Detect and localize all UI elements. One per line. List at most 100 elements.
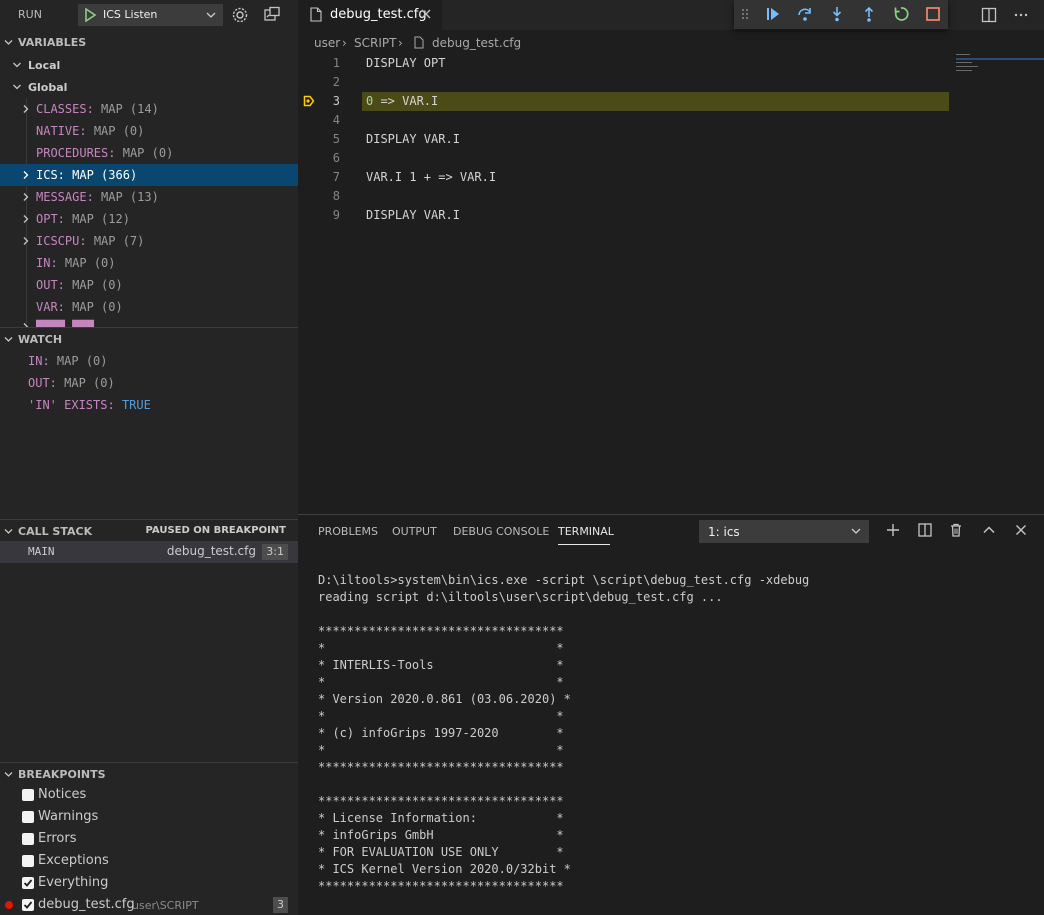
watch-row[interactable]: OUT: MAP (0)	[0, 372, 298, 394]
terminal-select[interactable]: 1: ics	[699, 520, 869, 543]
terminal-line: * *	[318, 709, 564, 723]
close-icon[interactable]	[1013, 522, 1029, 538]
variable-value: MAP (0)	[64, 256, 116, 270]
tab-terminal[interactable]: TERMINAL	[558, 525, 614, 538]
watch-value: MAP (0)	[56, 354, 108, 368]
close-icon[interactable]	[420, 8, 432, 20]
breakpoint-current-arrow-icon[interactable]	[303, 95, 315, 107]
watch-row[interactable]: IN: MAP (0)	[0, 350, 298, 372]
breakpoint-line-badge: 3	[273, 897, 288, 913]
gear-icon[interactable]	[231, 6, 249, 24]
breadcrumb-item[interactable]: debug_test.cfg	[432, 36, 521, 50]
tab-debug-console[interactable]: DEBUG CONSOLE	[453, 525, 549, 538]
code-text: VAR.I 1 + => VAR.I	[366, 170, 497, 184]
start-debugging-icon[interactable]	[83, 8, 97, 22]
terminal-select-value: 1: ics	[708, 525, 740, 539]
variable-row-clipped[interactable]: ████ ███	[0, 318, 298, 327]
split-terminal-icon[interactable]	[917, 522, 933, 538]
step-over-icon[interactable]	[796, 5, 814, 23]
tab-debug-test-cfg[interactable]: debug_test.cfg	[298, 0, 442, 30]
code-line[interactable]: 1 DISPLAY OPT	[298, 54, 1044, 73]
breakpoint-label: Errors	[38, 831, 77, 846]
code-line-current[interactable]: 3 0 => VAR.I	[298, 92, 1044, 111]
variable-row-selected[interactable]: ICS: MAP (366)	[0, 164, 298, 186]
code-line[interactable]: 9 DISPLAY VAR.I	[298, 206, 1044, 225]
scope-global[interactable]: Global	[0, 76, 298, 98]
file-breakpoint[interactable]: debug_test.cfg user\SCRIPT 3	[0, 894, 298, 915]
launch-config-select[interactable]: ICS Listen	[78, 4, 223, 26]
variable-row[interactable]: ICSCPU: MAP (7)	[0, 230, 298, 252]
terminal-line: * License Information: *	[318, 811, 564, 825]
continue-icon[interactable]	[764, 5, 782, 23]
code-line[interactable]: 7 VAR.I 1 + => VAR.I	[298, 168, 1044, 187]
scope-local[interactable]: Local	[0, 54, 298, 76]
code-line[interactable]: 6	[298, 149, 1044, 168]
launch-config-name: ICS Listen	[103, 8, 158, 21]
variable-row[interactable]: NATIVE: MAP (0)	[0, 120, 298, 142]
watch-row[interactable]: 'IN' EXISTS: TRUE	[0, 394, 298, 416]
breakpoints-section-header[interactable]: BREAKPOINTS	[0, 762, 298, 785]
more-actions-icon[interactable]	[1012, 6, 1030, 24]
step-into-icon[interactable]	[828, 5, 846, 23]
stop-icon[interactable]	[924, 5, 942, 23]
exception-breakpoint-exceptions[interactable]: Exceptions	[0, 850, 298, 872]
stack-frame-file: debug_test.cfg	[166, 544, 256, 558]
step-out-icon[interactable]	[860, 5, 878, 23]
terminal-line: * *	[318, 641, 564, 655]
variable-value: MAP (366)	[72, 168, 138, 182]
checkbox-checked[interactable]	[22, 899, 34, 911]
checkbox[interactable]	[22, 789, 34, 801]
minimap[interactable]	[956, 54, 1044, 94]
checkbox[interactable]	[22, 811, 34, 823]
exception-breakpoint-notices[interactable]: Notices	[0, 784, 298, 806]
checkmark-icon	[23, 901, 33, 909]
line-number: 8	[332, 189, 340, 203]
code-line[interactable]: 5 DISPLAY VAR.I	[298, 130, 1044, 149]
chevron-up-icon[interactable]	[981, 522, 997, 538]
checkbox-checked[interactable]	[22, 877, 34, 889]
split-editor-icon[interactable]	[980, 6, 998, 24]
exception-breakpoint-warnings[interactable]: Warnings	[0, 806, 298, 828]
variable-row[interactable]: CLASSES: MAP (14)	[0, 98, 298, 120]
variable-row[interactable]: VAR: MAP (0)	[0, 296, 298, 318]
variable-row[interactable]: PROCEDURES: MAP (0)	[0, 142, 298, 164]
code-line[interactable]: 4	[298, 111, 1044, 130]
watch-section-header[interactable]: WATCH	[0, 327, 298, 350]
debug-sidebar: RUN ICS Listen VARIABLES Local Global CL…	[0, 0, 298, 915]
plus-icon[interactable]	[885, 522, 901, 538]
breakpoint-path: user\SCRIPT	[132, 899, 199, 912]
restart-icon[interactable]	[892, 5, 910, 23]
variable-value: MAP (12)	[72, 212, 130, 226]
drag-handle-icon[interactable]	[740, 5, 750, 23]
variable-row[interactable]: OUT: MAP (0)	[0, 274, 298, 296]
stack-frame[interactable]: MAIN debug_test.cfg 3:1	[0, 541, 298, 563]
checkbox[interactable]	[22, 833, 34, 845]
watch-title: WATCH	[18, 333, 63, 346]
debug-console-icon[interactable]	[263, 6, 281, 24]
code-line[interactable]: 8	[298, 187, 1044, 206]
checkbox[interactable]	[22, 855, 34, 867]
variables-section-header[interactable]: VARIABLES	[0, 32, 298, 54]
code-text: DISPLAY OPT	[366, 56, 446, 70]
debug-toolbar	[734, 0, 948, 29]
breadcrumb-item[interactable]: user	[314, 36, 340, 50]
variable-row[interactable]: MESSAGE: MAP (13)	[0, 186, 298, 208]
terminal-line: **********************************	[318, 760, 564, 774]
trash-icon[interactable]	[948, 522, 964, 538]
call-stack-section-header[interactable]: CALL STACK PAUSED ON BREAKPOINT	[0, 519, 298, 542]
run-toolbar: RUN ICS Listen	[0, 0, 298, 30]
code-editor[interactable]: 1 DISPLAY OPT 2 3 0 => VAR.I 4 5 DISPLAY…	[298, 54, 1044, 514]
chevron-right-icon: ›	[398, 36, 403, 50]
terminal-line: * *	[318, 743, 564, 757]
variable-row[interactable]: OPT: MAP (12)	[0, 208, 298, 230]
chevron-right-icon	[23, 105, 29, 113]
exception-breakpoint-everything[interactable]: Everything	[0, 872, 298, 894]
line-number: 1	[332, 56, 340, 70]
terminal-line: * FOR EVALUATION USE ONLY *	[318, 845, 564, 859]
tab-problems[interactable]: PROBLEMS	[318, 525, 378, 538]
variable-row[interactable]: IN: MAP (0)	[0, 252, 298, 274]
exception-breakpoint-errors[interactable]: Errors	[0, 828, 298, 850]
tab-output[interactable]: OUTPUT	[392, 525, 437, 538]
breadcrumb-item[interactable]: SCRIPT	[354, 36, 396, 50]
code-line[interactable]: 2	[298, 73, 1044, 92]
